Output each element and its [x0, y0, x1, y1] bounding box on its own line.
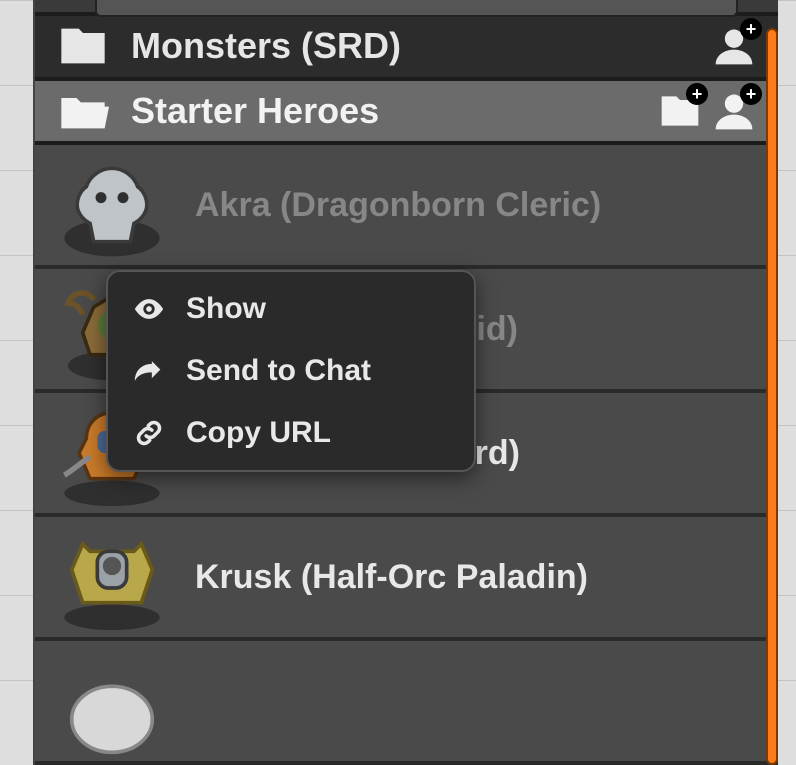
menu-label: Send to Chat — [186, 354, 371, 388]
menu-label: Copy URL — [186, 416, 331, 450]
eye-icon — [132, 292, 166, 326]
scrollbar[interactable] — [766, 28, 778, 765]
actor-entry[interactable] — [35, 641, 778, 765]
link-icon — [132, 416, 166, 450]
context-menu-copy-url[interactable]: Copy URL — [108, 402, 474, 464]
plus-icon: + — [740, 18, 762, 40]
context-menu-send-to-chat[interactable]: Send to Chat — [108, 340, 474, 402]
actor-entry[interactable]: Krusk (Half-Orc Paladin) — [35, 517, 778, 641]
create-actor-button[interactable]: + — [712, 24, 756, 68]
actor-name: Krusk (Half-Orc Paladin) — [195, 558, 588, 597]
actor-entry[interactable]: Akra (Dragonborn Cleric) — [35, 145, 778, 269]
avatar — [57, 522, 167, 632]
menu-label: Show — [186, 292, 266, 326]
folder-closed-icon — [57, 20, 109, 72]
folder-monsters[interactable]: Monsters (SRD) + — [35, 16, 778, 80]
context-menu-show[interactable]: Show — [108, 278, 474, 340]
plus-icon: + — [686, 83, 708, 105]
search-input[interactable] — [35, 0, 778, 16]
actor-name: Akra (Dragonborn Cleric) — [195, 186, 601, 225]
share-icon — [132, 354, 166, 388]
folder-label: Monsters (SRD) — [131, 25, 690, 67]
plus-icon: + — [740, 83, 762, 105]
folder-starter-heroes[interactable]: Starter Heroes + + — [35, 81, 778, 145]
folder-open-icon — [57, 85, 109, 137]
avatar — [57, 150, 167, 260]
folder-label: Starter Heroes — [131, 90, 636, 132]
context-menu: Show Send to Chat Copy URL — [106, 270, 476, 472]
create-actor-button[interactable]: + — [712, 89, 756, 133]
avatar — [57, 646, 167, 756]
create-subfolder-button[interactable]: + — [658, 89, 702, 133]
